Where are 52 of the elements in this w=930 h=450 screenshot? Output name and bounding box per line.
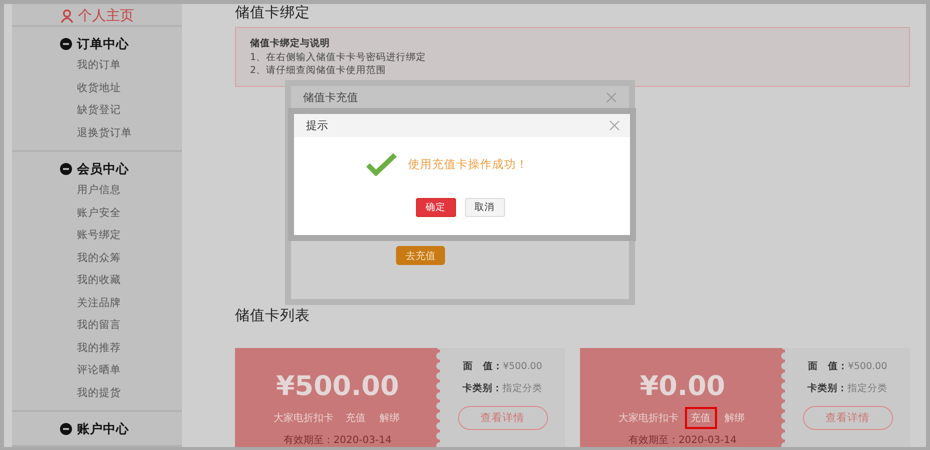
field-label: 面 值： bbox=[462, 360, 503, 374]
checkmark-icon bbox=[366, 152, 397, 176]
sidebar-header[interactable]: 个人主页 bbox=[78, 8, 134, 24]
field-label: 面 值： bbox=[808, 360, 848, 374]
field-label: 卡类别： bbox=[462, 382, 502, 396]
card-name: 大家电折扣卡 bbox=[618, 412, 678, 425]
field-value: ¥500.00 bbox=[502, 360, 542, 374]
sidebar-link[interactable]: 收货地址 bbox=[77, 76, 121, 99]
expiry-date: 有效期至：2020-03-14 bbox=[283, 434, 392, 447]
collapse-icon[interactable] bbox=[60, 423, 72, 435]
section-title[interactable]: 会员中心 bbox=[77, 160, 129, 178]
expiry-date: 有效期至：2020-03-14 bbox=[628, 434, 737, 447]
sidebar-link[interactable]: 我的收藏 bbox=[77, 269, 121, 292]
dialog-title: 提示 bbox=[306, 118, 328, 133]
sidebar-link[interactable]: 用户信息 bbox=[77, 179, 121, 202]
dialog-title: 储值卡充值 bbox=[303, 90, 358, 104]
field-value: 指定分类 bbox=[848, 382, 888, 396]
notice-line: 2、请仔细查阅储值卡使用范围 bbox=[250, 64, 388, 77]
sidebar-link[interactable]: 退换货订单 bbox=[77, 122, 132, 144]
sidebar-link[interactable]: 我的众筹 bbox=[77, 246, 121, 269]
sidebar-link[interactable]: 我的提货 bbox=[77, 382, 121, 404]
section-heading: 储值卡列表 bbox=[235, 307, 310, 325]
section-title[interactable]: 账户中心 bbox=[77, 420, 129, 438]
card-action-link[interactable]: 解绑 bbox=[374, 407, 406, 429]
confirm-button[interactable]: 确定 bbox=[416, 198, 456, 217]
card-action-link[interactable]: 充值 bbox=[340, 407, 372, 429]
sidebar-link[interactable]: 我的订单 bbox=[77, 54, 121, 76]
recharge-button[interactable]: 去充值 bbox=[396, 246, 445, 265]
card-name: 大家电折扣卡 bbox=[274, 412, 334, 425]
section-title[interactable]: 订单中心 bbox=[77, 36, 129, 52]
field-value: ¥500.00 bbox=[848, 360, 888, 374]
sidebar-link[interactable]: 账户安全 bbox=[77, 202, 121, 224]
card-action-link[interactable]: 解绑 bbox=[718, 407, 750, 429]
field-label: 卡类别： bbox=[808, 382, 848, 396]
sidebar-link[interactable]: 关注品牌 bbox=[77, 292, 121, 314]
collapse-icon[interactable] bbox=[60, 163, 72, 175]
card-balance: ¥500.00 bbox=[276, 371, 399, 403]
sidebar-link[interactable]: 账号绑定 bbox=[77, 224, 121, 246]
sidebar-link[interactable]: 评论晒单 bbox=[77, 359, 121, 382]
sidebar-link[interactable]: 我的推荐 bbox=[77, 336, 121, 359]
card-balance: ¥0.00 bbox=[640, 371, 726, 403]
sidebar-link[interactable]: 我的留言 bbox=[77, 314, 121, 336]
notice-line: 1、在右侧输入储值卡卡号密码进行绑定 bbox=[250, 51, 428, 64]
success-message: 使用充值卡操作成功！ bbox=[408, 156, 528, 172]
card-action-link[interactable]: 充值 bbox=[684, 407, 716, 429]
collapse-icon[interactable] bbox=[60, 38, 72, 50]
person-icon bbox=[60, 9, 74, 23]
sidebar-link[interactable]: 缺货登记 bbox=[77, 99, 121, 122]
cancel-button[interactable]: 取消 bbox=[464, 198, 504, 217]
section-heading: 储值卡绑定 bbox=[235, 4, 310, 22]
notice-title: 储值卡绑定与说明 bbox=[250, 37, 331, 51]
field-value: 指定分类 bbox=[502, 382, 542, 396]
